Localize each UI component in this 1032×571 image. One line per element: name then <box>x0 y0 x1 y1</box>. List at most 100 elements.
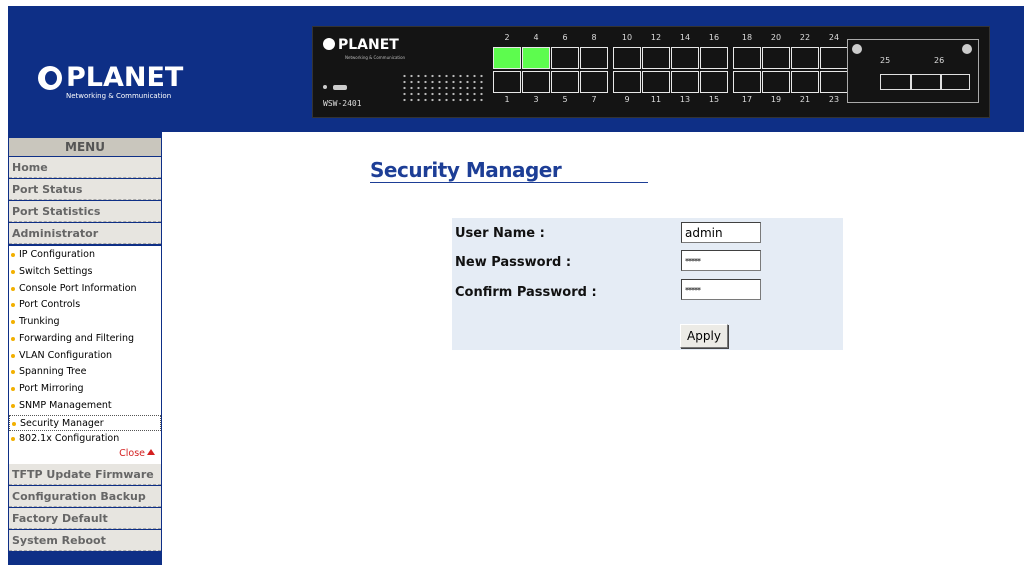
port-number-label: 12 <box>650 33 662 42</box>
sidebar-menu: MENU Home Port Status Port Statistics Ad… <box>8 132 162 565</box>
ethernet-port <box>791 47 819 69</box>
ethernet-port <box>642 47 670 69</box>
sidebar-item-factory-default[interactable]: Factory Default <box>9 508 161 529</box>
ethernet-port <box>522 71 550 93</box>
page-title: Security Manager <box>370 158 648 183</box>
sidebar-subitem-forwarding-and-filtering[interactable]: Forwarding and Filtering <box>9 331 161 347</box>
ethernet-port <box>613 47 641 69</box>
sidebar-subitem-switch-settings[interactable]: Switch Settings <box>9 264 161 280</box>
new-password-input[interactable] <box>681 250 761 271</box>
ethernet-port <box>733 47 761 69</box>
port-number-label: 23 <box>828 95 840 104</box>
port-number-label: 11 <box>650 95 662 104</box>
ethernet-port <box>791 71 819 93</box>
logo-tagline: Networking & Communication <box>66 92 172 100</box>
sidebar-subitem-ip-configuration[interactable]: IP Configuration <box>9 247 161 263</box>
sidebar-subitem-spanning-tree[interactable]: Spanning Tree <box>9 364 161 380</box>
sidebar-item-port-status[interactable]: Port Status <box>9 179 161 200</box>
sidebar-subitem-label: Switch Settings <box>19 265 93 277</box>
ethernet-port <box>762 47 790 69</box>
sidebar-subitem-label: IP Configuration <box>19 249 95 260</box>
bullet-icon <box>11 387 15 391</box>
sidebar-item-home[interactable]: Home <box>9 157 161 178</box>
planet-logo-icon <box>38 66 62 90</box>
ethernet-port <box>493 47 521 69</box>
sidebar-subitem-console-port-information[interactable]: Console Port Information <box>9 281 161 297</box>
port-number-label: 18 <box>741 33 753 42</box>
port-number-label: 3 <box>533 95 539 104</box>
ethernet-port <box>642 71 670 93</box>
confirm-password-input[interactable] <box>681 279 761 300</box>
switch-vent-grid <box>401 73 483 103</box>
port-number-label: 22 <box>799 33 811 42</box>
ethernet-port <box>671 71 699 93</box>
port-number-label: 5 <box>562 95 568 104</box>
ethernet-port <box>522 47 550 69</box>
menu-title: MENU <box>9 138 161 156</box>
switch-model: WSW-2401 <box>323 99 362 108</box>
sidebar-subitem-trunking[interactable]: Trunking <box>9 314 161 330</box>
logo-brand: PLANET <box>66 62 184 93</box>
ethernet-port <box>580 71 608 93</box>
port-number-label: 10 <box>621 33 633 42</box>
port-number-label: 7 <box>591 95 597 104</box>
sidebar-subitem-label: Port Controls <box>19 299 81 311</box>
port-number-label: 2 <box>504 33 510 42</box>
screw-icon <box>962 44 972 54</box>
sidebar-subitem-label: VLAN Configuration <box>19 349 113 361</box>
apply-button[interactable]: Apply <box>680 324 728 348</box>
sidebar-item-administrator[interactable]: Administrator <box>9 223 161 244</box>
sidebar-item-tftp-update-firmware[interactable]: TFTP Update Firmware <box>9 464 161 485</box>
sfp-port <box>940 74 970 90</box>
port-number-label: 4 <box>533 33 539 42</box>
bullet-icon <box>11 286 15 291</box>
new-password-label: New Password : <box>455 255 572 270</box>
ethernet-port <box>733 71 761 93</box>
ethernet-port <box>671 47 699 69</box>
sidebar-subitem-port-mirroring[interactable]: Port Mirroring <box>9 381 161 397</box>
sidebar-subitem-port-controls[interactable]: Port Controls <box>9 297 161 313</box>
switch-front-panel: PLANET Networking & Communication WSW-24… <box>312 26 990 118</box>
port-number-label: 21 <box>799 95 811 104</box>
ethernet-port <box>700 71 728 93</box>
sidebar-subitem-label: SNMP Management <box>19 399 112 411</box>
port-number-label: 14 <box>679 33 691 42</box>
sidebar-subitem-label: Trunking <box>19 316 60 327</box>
close-submenu-link[interactable]: Close <box>119 448 155 459</box>
close-label: Close <box>119 448 145 459</box>
bullet-icon <box>11 353 15 358</box>
sidebar-subitem-802-1x-configuration[interactable]: 802.1x Configuration <box>9 431 161 447</box>
up-arrow-icon <box>147 449 155 455</box>
port-number-label: 1 <box>504 95 510 104</box>
ethernet-port <box>551 47 579 69</box>
port-number-label: 9 <box>624 95 630 104</box>
sidebar-subitem-vlan-configuration[interactable]: VLAN Configuration <box>9 348 161 364</box>
bullet-icon <box>11 336 15 341</box>
sfp-port-label: 25 <box>880 56 891 65</box>
bullet-icon <box>11 269 15 274</box>
sfp-module-area: 25 26 <box>847 39 979 103</box>
sfp-port-label: 26 <box>934 56 945 65</box>
ethernet-port <box>700 47 728 69</box>
ethernet-port <box>613 71 641 93</box>
switch-logo: PLANET <box>323 37 399 53</box>
switch-brand: PLANET <box>338 37 399 53</box>
port-number-label: 19 <box>770 95 782 104</box>
switch-led-icon <box>323 85 357 91</box>
sidebar-item-system-reboot[interactable]: System Reboot <box>9 530 161 551</box>
ethernet-port <box>820 47 848 69</box>
sidebar-subitem-security-manager[interactable]: Security Manager <box>9 414 161 431</box>
port-number-label: 24 <box>828 33 840 42</box>
sidebar-subitem-label: Forwarding and Filtering <box>19 332 135 344</box>
bullet-icon <box>11 303 15 308</box>
sidebar-item-configuration-backup[interactable]: Configuration Backup <box>9 486 161 507</box>
sidebar-subitem-label: Port Mirroring <box>19 383 84 394</box>
switch-logo-icon <box>323 38 335 50</box>
sidebar-subitem-label: 802.1x Configuration <box>19 433 120 445</box>
sidebar-subitem-snmp-management[interactable]: SNMP Management <box>9 398 161 414</box>
port-number-label: 6 <box>562 33 568 42</box>
bullet-icon <box>11 370 15 375</box>
sidebar-item-port-statistics[interactable]: Port Statistics <box>9 201 161 222</box>
user-name-input[interactable] <box>681 222 761 243</box>
bullet-icon <box>11 403 15 408</box>
